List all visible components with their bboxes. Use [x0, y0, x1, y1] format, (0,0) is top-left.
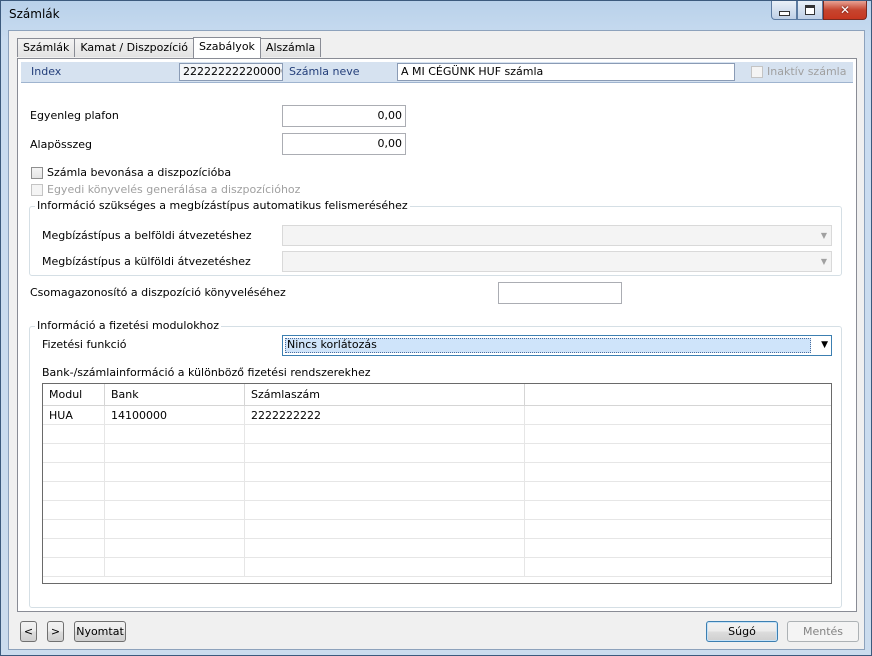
tab-interest-disposition[interactable]: Kamat / Diszpozíció	[74, 38, 195, 57]
empty-cell	[525, 425, 831, 444]
column-header-account-number[interactable]: Számlaszám	[245, 384, 525, 406]
payment-module-title: Információ a fizetési modulokhoz	[35, 319, 222, 332]
empty-cell	[105, 539, 245, 558]
individual-booking-label: Egyedi könyvelés generálása a diszpozíci…	[47, 183, 301, 196]
account-name-field[interactable]: A MI CÉGÜNK HUF számla	[397, 63, 735, 81]
maximize-button[interactable]	[797, 1, 823, 20]
chevron-down-icon: ▼	[820, 231, 827, 240]
chevron-down-icon: ▼	[820, 257, 827, 266]
window-title: Számlák	[9, 7, 60, 21]
empty-cell	[43, 520, 105, 539]
empty-cell	[525, 520, 831, 539]
empty-cell	[525, 539, 831, 558]
empty-cell	[525, 482, 831, 501]
empty-cell	[525, 501, 831, 520]
empty-cell	[43, 482, 105, 501]
client-area: Számlák Kamat / Diszpozíció Szabályok Al…	[8, 30, 865, 650]
balance-limit-field[interactable]: 0,00	[282, 105, 406, 127]
close-icon: ✕	[839, 3, 851, 17]
empty-cell	[245, 444, 525, 463]
payment-function-select[interactable]: Nincs korlátozás ▼	[282, 335, 832, 356]
empty-cell	[245, 539, 525, 558]
empty-cell	[105, 501, 245, 520]
payment-function-label: Fizetési funkció	[42, 338, 127, 351]
empty-cell	[43, 501, 105, 520]
cell-filler	[525, 406, 831, 425]
empty-cell	[525, 558, 831, 577]
tab-rules[interactable]: Szabályok	[193, 37, 261, 58]
cell-module[interactable]: HUA	[43, 406, 105, 425]
bank-info-table: Modul Bank Számlaszám HUA 14100000 22222…	[42, 383, 832, 584]
bank-info-label: Bank-/számlainformáció a különböző fizet…	[42, 366, 371, 379]
inactive-label: Inaktív számla	[767, 65, 847, 78]
cell-account-number[interactable]: 2222222222	[245, 406, 525, 425]
chevron-down-icon: ▼	[821, 340, 828, 350]
payment-function-value: Nincs korlátozás	[285, 338, 811, 353]
save-button[interactable]: Mentés	[787, 621, 859, 642]
empty-cell	[43, 539, 105, 558]
empty-cell	[525, 463, 831, 482]
empty-cell	[43, 425, 105, 444]
balance-limit-label: Egyenleg plafon	[30, 109, 119, 122]
empty-cell	[43, 463, 105, 482]
empty-cell	[105, 425, 245, 444]
tab-subaccount[interactable]: Alszámla	[259, 38, 322, 57]
individual-booking-checkbox[interactable]	[31, 184, 43, 196]
empty-cell	[105, 482, 245, 501]
chevron-right-icon: >	[50, 625, 61, 638]
tab-accounts[interactable]: Számlák	[17, 38, 76, 57]
title-bar: Számlák ✕	[1, 1, 871, 29]
accounts-window: Számlák ✕ Számlák Kamat / Diszpozíció Sz…	[0, 0, 872, 656]
previous-button[interactable]: <	[20, 621, 37, 642]
empty-cell	[245, 520, 525, 539]
domestic-type-label: Megbízástípus a belföldi átvezetéshez	[42, 229, 252, 242]
empty-cell	[245, 425, 525, 444]
empty-cell	[525, 444, 831, 463]
column-header-module[interactable]: Modul	[43, 384, 105, 406]
empty-cell	[43, 558, 105, 577]
empty-cell	[245, 558, 525, 577]
base-amount-field[interactable]: 0,00	[282, 133, 406, 155]
chevron-left-icon: <	[23, 625, 34, 638]
column-header-filler	[525, 384, 831, 406]
minimize-button[interactable]	[771, 1, 797, 20]
close-button[interactable]: ✕	[823, 1, 867, 20]
column-header-bank[interactable]: Bank	[105, 384, 245, 406]
empty-cell	[245, 463, 525, 482]
domestic-type-select[interactable]: ▼	[282, 225, 832, 246]
maximize-icon	[805, 5, 815, 15]
package-id-label: Csomagazonosító a diszpozíció könyvelésé…	[30, 286, 286, 299]
empty-cell	[105, 520, 245, 539]
empty-cell	[43, 444, 105, 463]
print-button[interactable]: Nyomtat	[74, 621, 126, 642]
cell-bank[interactable]: 14100000	[105, 406, 245, 425]
empty-cell	[105, 463, 245, 482]
package-id-field[interactable]	[498, 282, 622, 304]
auto-recognition-title: Információ szükséges a megbízástípus aut…	[35, 199, 410, 212]
foreign-type-label: Megbízástípus a külföldi átvezetéshez	[42, 255, 251, 268]
tab-strip: Számlák Kamat / Diszpozíció Szabályok Al…	[17, 37, 322, 58]
inactive-checkbox[interactable]	[751, 66, 763, 78]
window-controls: ✕	[771, 1, 867, 20]
index-label: Index	[31, 65, 62, 78]
empty-cell	[245, 482, 525, 501]
foreign-type-select[interactable]: ▼	[282, 251, 832, 272]
empty-cell	[105, 558, 245, 577]
include-disposition-checkbox[interactable]	[31, 167, 43, 179]
include-disposition-label: Számla bevonása a diszpozícióba	[47, 166, 232, 179]
index-field[interactable]: 2222222222000008	[179, 63, 283, 81]
help-button[interactable]: Súgó	[706, 621, 778, 642]
empty-cell	[245, 501, 525, 520]
account-header-bar: Index 2222222222000008 Számla neve A MI …	[21, 62, 853, 83]
base-amount-label: Alapösszeg	[30, 138, 93, 151]
minimize-icon	[778, 10, 790, 16]
next-button[interactable]: >	[47, 621, 64, 642]
account-name-label: Számla neve	[289, 65, 360, 78]
empty-cell	[105, 444, 245, 463]
